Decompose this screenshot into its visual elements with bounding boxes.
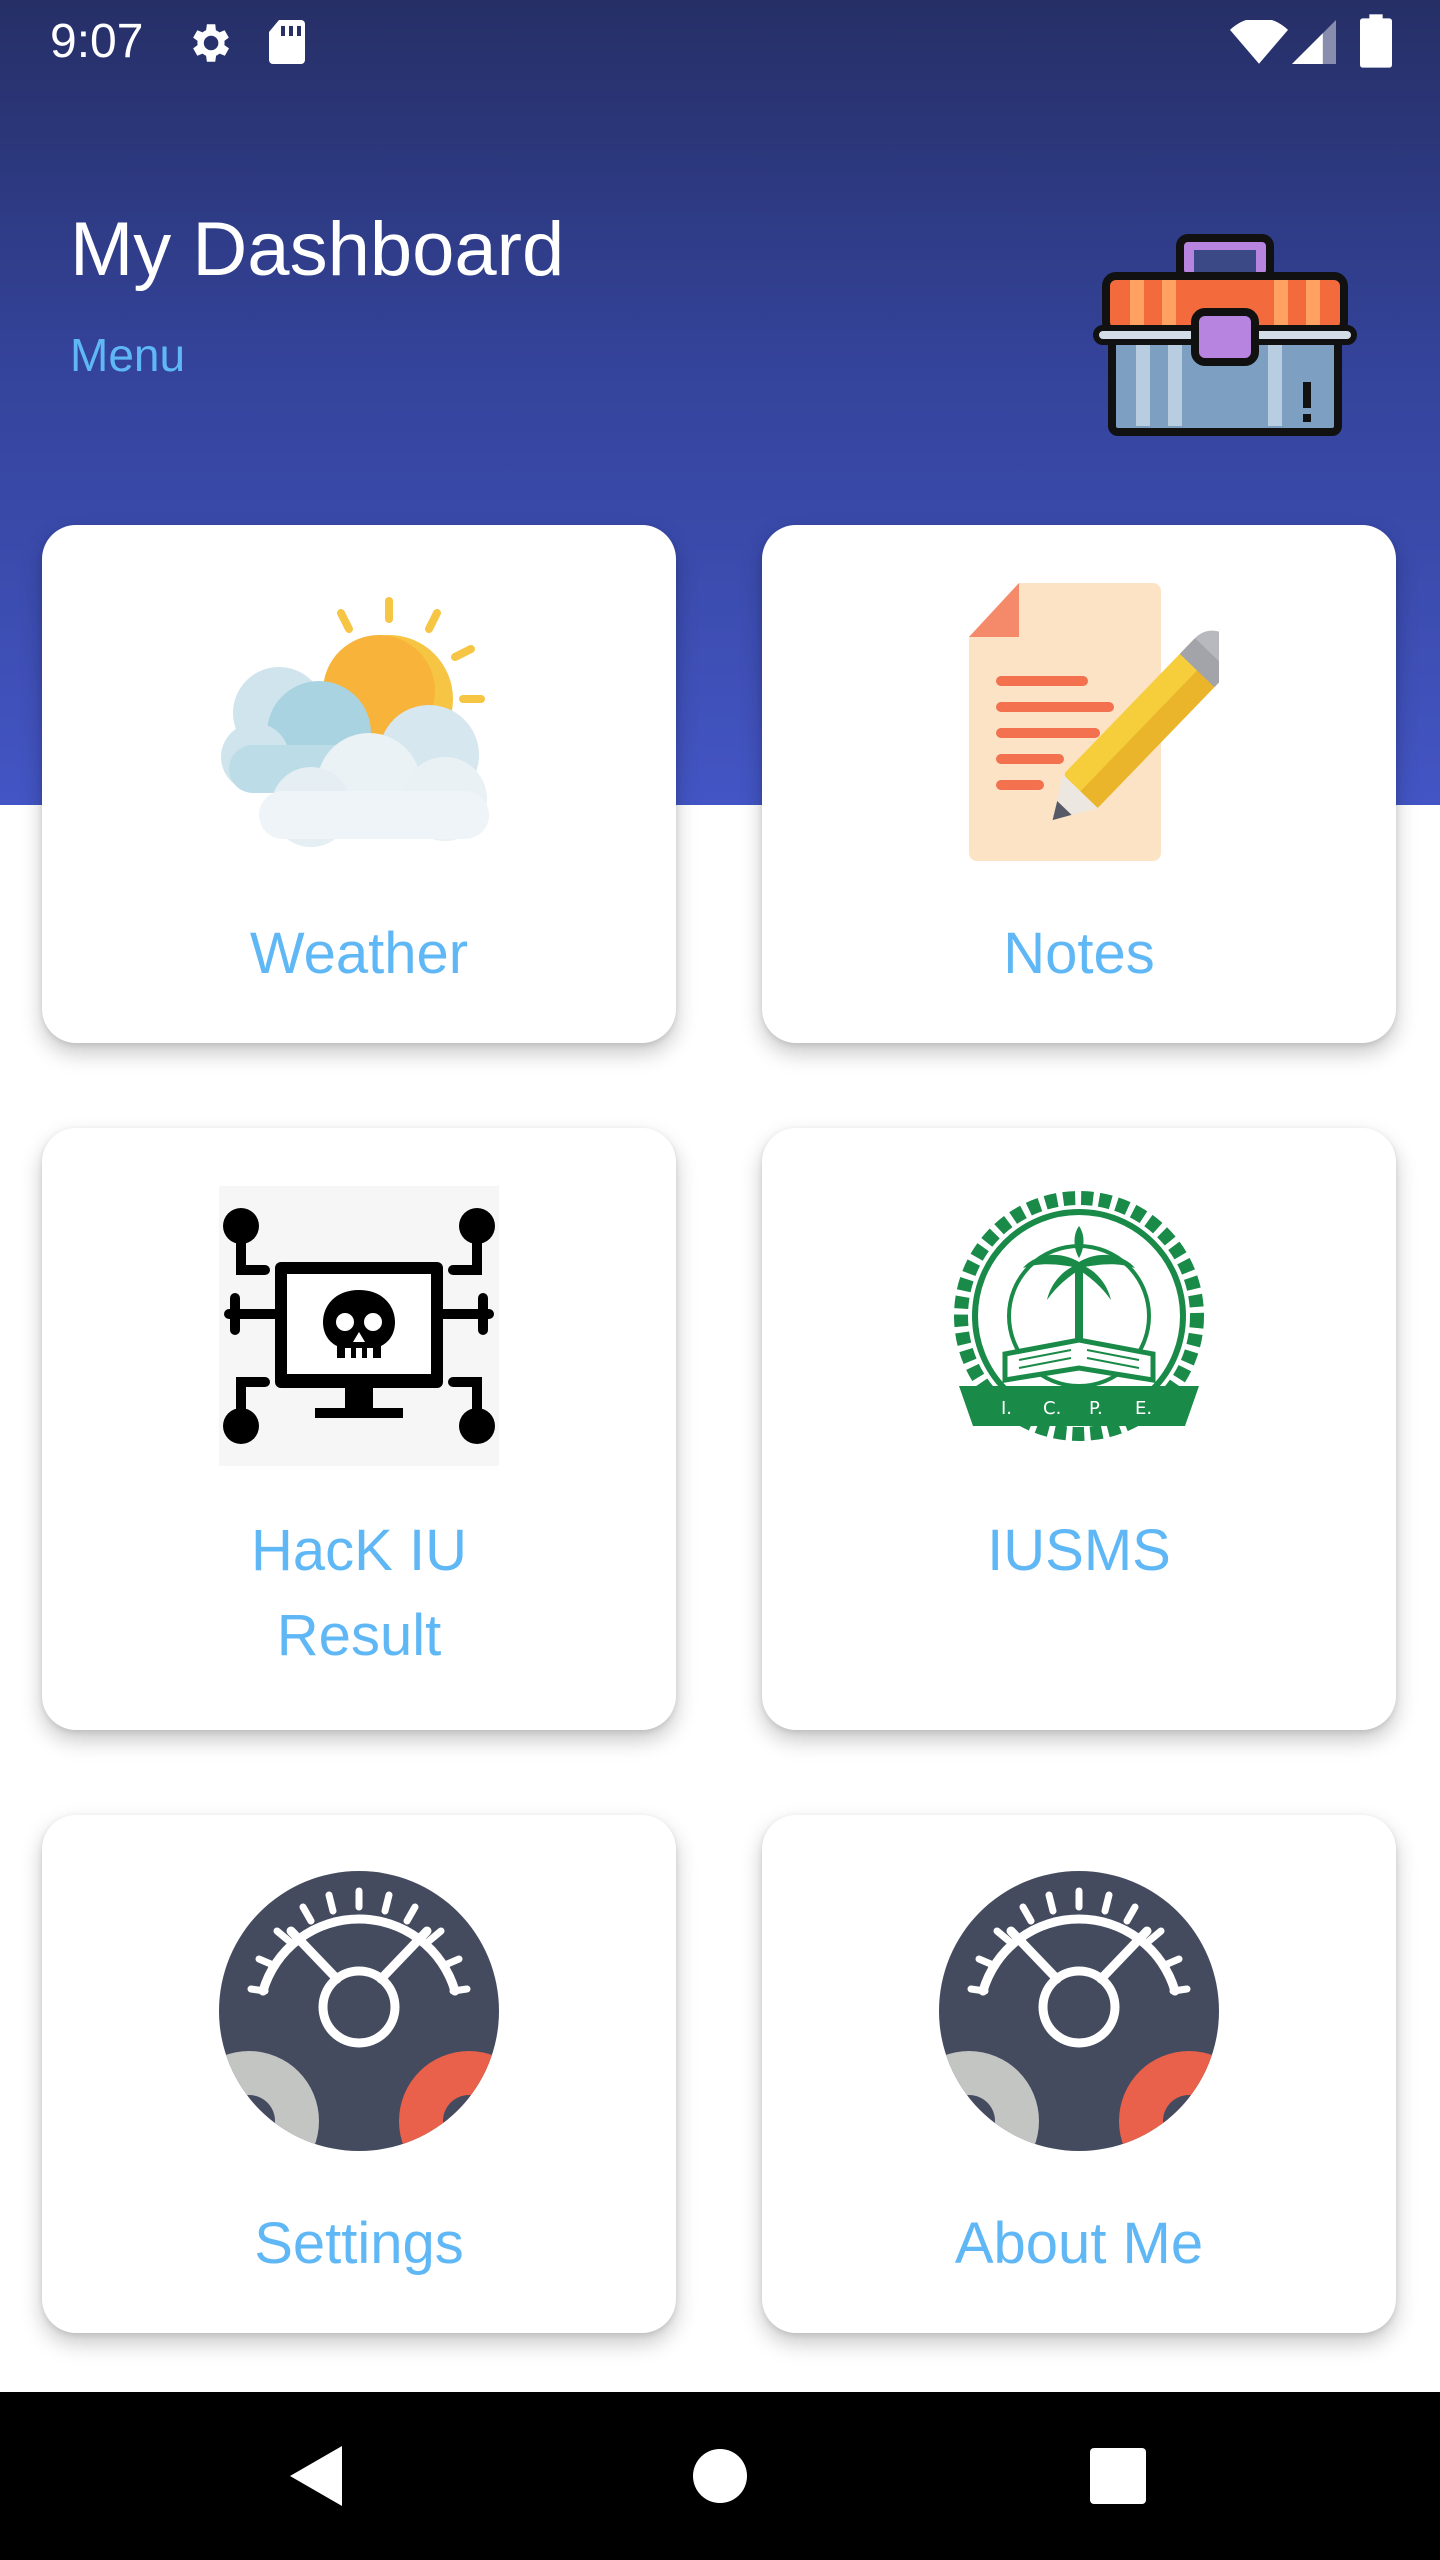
gears-icon [219, 1871, 499, 2151]
gears-icon [939, 1871, 1219, 2151]
page-title: My Dashboard [70, 207, 565, 292]
status-time: 9:07 [50, 15, 144, 68]
status-bar: 9:07 [0, 0, 1440, 84]
settings-card[interactable]: Settings [42, 1815, 676, 2333]
home-icon[interactable] [678, 2434, 762, 2518]
about-me-card[interactable]: About Me [762, 1815, 1396, 2333]
svg-text:E.: E. [1135, 1398, 1152, 1419]
battery-icon [1360, 14, 1392, 68]
hack-iu-result-label-line1: HacK IU [251, 1518, 467, 1583]
iusms-card[interactable]: I. C. P. E. IUSMS [762, 1128, 1396, 1730]
about-me-label: About Me [954, 2211, 1204, 2276]
hack-iu-result-card[interactable]: HacK IU Result [42, 1128, 676, 1730]
wifi-icon [1230, 20, 1288, 64]
svg-text:P.: P. [1089, 1398, 1103, 1419]
menu-link[interactable]: Menu [70, 325, 185, 385]
weather-card[interactable]: Weather [42, 525, 676, 1043]
toolbox-icon [1093, 234, 1357, 436]
notes-card[interactable]: Notes [762, 525, 1396, 1043]
settings-label: Settings [254, 2211, 464, 2276]
settings-icon [193, 24, 229, 62]
sd-card-icon [269, 20, 305, 64]
recents-icon[interactable] [1076, 2434, 1160, 2518]
svg-text:I.: I. [1001, 1398, 1012, 1419]
weather-label: Weather [249, 921, 469, 986]
hack-iu-result-label-line2: Result [276, 1603, 442, 1668]
svg-text:C.: C. [1043, 1398, 1061, 1419]
navigation-bar [0, 2392, 1440, 2560]
weather-icon [221, 597, 489, 847]
university-logo-icon: I. C. P. E. [954, 1191, 1204, 1441]
cell-signal-icon [1292, 20, 1336, 64]
back-icon[interactable] [276, 2434, 360, 2518]
iusms-label: IUSMS [987, 1518, 1171, 1583]
hacker-computer-icon [219, 1186, 499, 1466]
notes-label: Notes [1003, 921, 1155, 986]
notes-icon [969, 583, 1219, 861]
